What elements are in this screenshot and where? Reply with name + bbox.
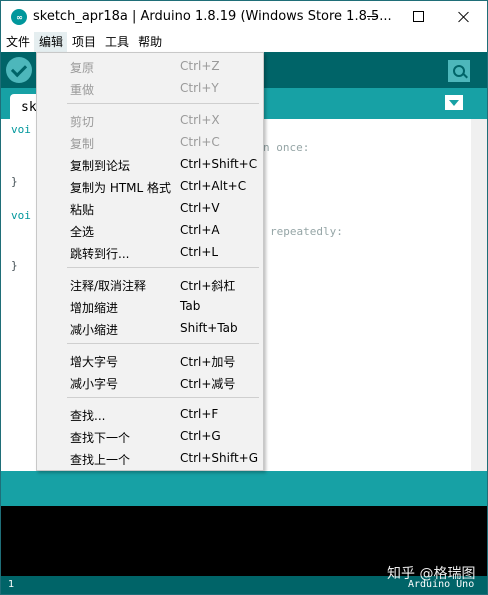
minimize-icon — [367, 16, 377, 17]
maximize-button[interactable] — [395, 1, 441, 32]
menu-tools[interactable]: 工具 — [100, 32, 133, 52]
menu-item-label: 粘贴 — [70, 203, 95, 217]
menu-item-increase-font[interactable]: 增大字号 Ctrl+加号 — [37, 349, 263, 371]
status-bar — [1, 471, 487, 506]
menu-item-label: 全选 — [70, 225, 95, 239]
menu-item-cut[interactable]: 剪切 Ctrl+X — [37, 109, 263, 131]
code-comment-text: n once: — [263, 141, 310, 154]
menu-item-shortcut: Ctrl+减号 — [180, 377, 236, 391]
edit-menu-dropdown: 复原 Ctrl+Z 重做 Ctrl+Y 剪切 Ctrl+X 复制 Ctrl+C … — [36, 52, 264, 471]
menu-item-label: 增加缩进 — [70, 301, 119, 315]
menu-item-label: 复制为 HTML 格式 — [70, 181, 172, 195]
menu-item-label: 复原 — [70, 61, 95, 75]
menu-item-copy[interactable]: 复制 Ctrl+C — [37, 131, 263, 153]
tab-sketch-label: sk — [21, 100, 37, 115]
menu-item-label: 重做 — [70, 83, 95, 97]
maximize-icon — [412, 11, 424, 22]
title-bar[interactable]: ∞ sketch_apr18a | Arduino 1.8.19 (Window… — [1, 1, 487, 32]
menu-item-shortcut: Shift+Tab — [180, 321, 238, 335]
code-line: } — [11, 259, 18, 272]
line-number: 1 — [8, 579, 15, 590]
menu-item-shortcut: Ctrl+加号 — [180, 355, 236, 369]
menu-item-label: 查找下一个 — [70, 431, 131, 445]
menu-item-shortcut: Ctrl+L — [180, 245, 219, 259]
menu-item-find-previous[interactable]: 查找上一个 Ctrl+Shift+G — [37, 447, 263, 469]
menu-separator — [67, 103, 259, 104]
watermark: 知乎 @格瑞图 — [387, 566, 476, 582]
verify-button[interactable] — [6, 57, 32, 83]
arduino-logo-icon: ∞ — [11, 9, 27, 25]
menu-item-shortcut: Ctrl+C — [180, 135, 220, 149]
menu-item-shortcut: Ctrl+A — [180, 223, 220, 237]
menu-item-label: 剪切 — [70, 115, 95, 129]
minimize-button[interactable] — [349, 1, 395, 32]
menu-item-decrease-font[interactable]: 减小字号 Ctrl+减号 — [37, 371, 263, 393]
code-comment-text: repeatedly: — [270, 225, 343, 238]
editor-scrollbar[interactable] — [471, 119, 487, 471]
arduino-ide-window: ∞ sketch_apr18a | Arduino 1.8.19 (Window… — [0, 0, 488, 595]
menu-item-shortcut: Tab — [180, 299, 201, 313]
menu-item-increase-indent[interactable]: 增加缩进 Tab — [37, 295, 263, 317]
menu-item-paste[interactable]: 粘贴 Ctrl+V — [37, 197, 263, 219]
menu-item-shortcut: Ctrl+G — [180, 429, 221, 443]
code-line: voi — [11, 209, 31, 222]
code-line: } — [11, 175, 18, 188]
menu-item-shortcut: Ctrl+Alt+C — [180, 179, 247, 193]
menu-item-copy-as-html[interactable]: 复制为 HTML 格式 Ctrl+Alt+C — [37, 175, 263, 197]
menu-separator — [67, 343, 259, 344]
menu-item-shortcut: Ctrl+Shift+C — [180, 157, 258, 171]
menu-item-shortcut: Ctrl+Y — [180, 81, 219, 95]
menu-sketch[interactable]: 项目 — [67, 32, 100, 52]
menu-item-decrease-indent[interactable]: 减小缩进 Shift+Tab — [37, 317, 263, 339]
menu-item-label: 减小缩进 — [70, 323, 119, 337]
menu-item-shortcut: Ctrl+Shift+G — [180, 451, 259, 465]
menu-item-find[interactable]: 查找... Ctrl+F — [37, 403, 263, 425]
code-line: voi — [11, 123, 31, 136]
menu-item-shortcut: Ctrl+斜杠 — [180, 279, 236, 293]
menu-item-label: 复制 — [70, 137, 95, 151]
menu-item-shortcut: Ctrl+X — [180, 113, 220, 127]
menu-edit[interactable]: 编辑 — [34, 32, 68, 52]
menu-item-redo[interactable]: 重做 Ctrl+Y — [37, 77, 263, 99]
menu-bar: 文件 编辑 项目 工具 帮助 — [1, 32, 487, 52]
menu-help[interactable]: 帮助 — [133, 32, 166, 52]
window-title: sketch_apr18a | Arduino 1.8.19 (Windows … — [33, 9, 392, 24]
menu-item-shortcut: Ctrl+Z — [180, 59, 220, 73]
menu-item-label: 注释/取消注释 — [70, 279, 147, 293]
menu-item-select-all[interactable]: 全选 Ctrl+A — [37, 219, 263, 241]
menu-item-label: 查找... — [70, 409, 106, 423]
menu-item-label: 复制到论坛 — [70, 159, 131, 173]
menu-item-find-next[interactable]: 查找下一个 Ctrl+G — [37, 425, 263, 447]
tab-menu-dropdown-icon[interactable] — [445, 95, 463, 110]
menu-item-copy-for-forum[interactable]: 复制到论坛 Ctrl+Shift+C — [37, 153, 263, 175]
checkmark-icon — [10, 60, 28, 77]
close-button[interactable] — [441, 1, 487, 32]
menu-item-toggle-comment[interactable]: 注释/取消注释 Ctrl+斜杠 — [37, 273, 263, 295]
menu-separator — [67, 267, 259, 268]
menu-item-label: 增大字号 — [70, 355, 119, 369]
menu-item-shortcut: Ctrl+F — [180, 407, 219, 421]
menu-item-go-to-line[interactable]: 跳转到行... Ctrl+L — [37, 241, 263, 263]
menu-item-shortcut: Ctrl+V — [180, 201, 220, 215]
menu-file[interactable]: 文件 — [1, 32, 34, 52]
menu-separator — [67, 397, 259, 398]
menu-item-label: 减小字号 — [70, 377, 119, 391]
magnifier-icon — [453, 65, 465, 77]
serial-monitor-button[interactable] — [448, 60, 470, 82]
close-icon — [458, 11, 470, 23]
menu-item-label: 跳转到行... — [70, 247, 130, 261]
menu-item-undo[interactable]: 复原 Ctrl+Z — [37, 55, 263, 77]
menu-item-label: 查找上一个 — [70, 453, 131, 467]
